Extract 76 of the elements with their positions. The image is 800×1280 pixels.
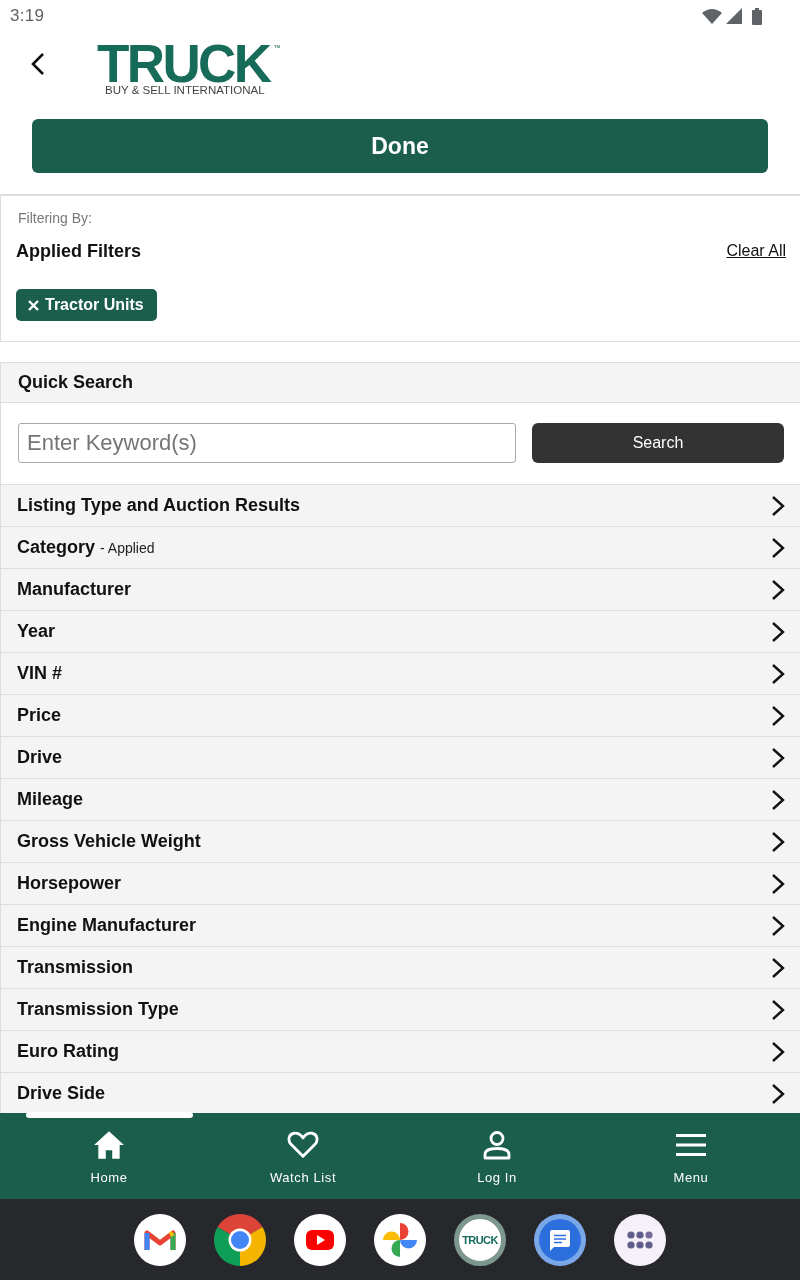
- logo-tagline: BUY & SELL INTERNATIONAL: [105, 84, 266, 97]
- section-label: Mileage: [17, 789, 84, 810]
- chevron-right-icon: [771, 494, 785, 517]
- chevron-right-icon: [771, 704, 785, 727]
- filter-section-row[interactable]: Gross Vehicle Weight: [0, 820, 800, 862]
- applied-filters-title: Applied Filters: [16, 240, 141, 263]
- chevron-right-icon: [771, 788, 785, 811]
- section-label: Euro Rating: [17, 1041, 119, 1062]
- filter-section-row[interactable]: Drive Side: [0, 1072, 800, 1113]
- filter-section-row[interactable]: Year: [0, 610, 800, 652]
- keyword-field[interactable]: Enter Keyword(s): [18, 423, 516, 463]
- truck-app-launcher[interactable]: TRUCK: [454, 1213, 506, 1266]
- filter-chip[interactable]: Tractor Units: [16, 289, 157, 321]
- status-time: 3:19: [10, 6, 45, 26]
- chevron-right-icon: [771, 662, 785, 685]
- section-label: Price: [17, 705, 62, 726]
- heart-icon: [287, 1130, 319, 1160]
- filter-section-row[interactable]: Drive: [0, 736, 800, 778]
- filter-section-row[interactable]: Transmission Type: [0, 988, 800, 1030]
- pinwheel-app-icon[interactable]: [374, 1213, 426, 1266]
- filter-section-row[interactable]: Price: [0, 694, 800, 736]
- chevron-right-icon: [771, 914, 785, 937]
- chevron-right-icon: [771, 1082, 785, 1105]
- chevron-right-icon: [771, 872, 785, 895]
- filter-section-row[interactable]: Transmission: [0, 946, 800, 988]
- filter-section-row[interactable]: Mileage: [0, 778, 800, 820]
- filter-section-row[interactable]: Listing Type and Auction Results: [0, 484, 800, 526]
- nav-tab[interactable]: Menu: [594, 1120, 788, 1199]
- section-label: Listing Type and Auction Results: [17, 495, 301, 516]
- clear-all-link[interactable]: Clear All: [726, 241, 786, 261]
- section-label: Category: [17, 537, 96, 558]
- nav-tab[interactable]: Log In: [400, 1120, 594, 1199]
- menu-icon: [675, 1134, 707, 1156]
- filter-section-row[interactable]: Horsepower: [0, 862, 800, 904]
- search-button[interactable]: Search: [532, 423, 784, 463]
- wifi-icon: [702, 8, 722, 24]
- person-icon: [481, 1130, 513, 1160]
- signal-icon: [726, 8, 742, 24]
- logo-wordmark: TRUCK: [97, 44, 270, 84]
- filter-section-row[interactable]: Euro Rating: [0, 1030, 800, 1072]
- chevron-right-icon: [771, 830, 785, 853]
- filter-section-row[interactable]: Manufacturer: [0, 568, 800, 610]
- mail-app-icon[interactable]: [134, 1213, 186, 1266]
- section-label: VIN #: [17, 663, 63, 684]
- chevron-right-icon: [771, 578, 785, 601]
- section-label: Drive: [17, 747, 63, 768]
- battery-icon: [752, 7, 762, 25]
- chevron-right-icon: [771, 1040, 785, 1063]
- done-button[interactable]: Done: [32, 119, 768, 173]
- section-label: Manufacturer: [17, 579, 132, 600]
- filter-section-row[interactable]: Category - Applied: [0, 526, 800, 568]
- section-label: Engine Manufacturer: [17, 915, 197, 936]
- chevron-right-icon: [771, 746, 785, 769]
- nav-tab[interactable]: Home: [12, 1120, 206, 1199]
- section-label: Transmission Type: [17, 999, 179, 1020]
- app-grid-icon[interactable]: [614, 1213, 666, 1266]
- section-label: Gross Vehicle Weight: [17, 831, 201, 852]
- filtering-by-caption: Filtering By:: [18, 209, 92, 228]
- section-label: Transmission: [17, 957, 134, 978]
- chevron-right-icon: [771, 998, 785, 1021]
- chevron-right-icon: [771, 536, 785, 559]
- play-app-icon[interactable]: [294, 1213, 346, 1266]
- home-icon: [93, 1130, 125, 1160]
- applied-note: - Applied: [100, 540, 155, 556]
- chevron-right-icon: [771, 956, 785, 979]
- filter-section-row[interactable]: VIN #: [0, 652, 800, 694]
- nav-tab[interactable]: Watch List: [206, 1120, 400, 1199]
- quick-search-title: Quick Search: [18, 372, 134, 393]
- section-label: Horsepower: [17, 873, 122, 894]
- browser-app-icon[interactable]: [214, 1213, 266, 1266]
- filter-section-row[interactable]: Engine Manufacturer: [0, 904, 800, 946]
- chevron-right-icon: [771, 620, 785, 643]
- close-icon: [28, 299, 39, 311]
- chat-bubble-app-icon[interactable]: [534, 1213, 586, 1266]
- section-label: Drive Side: [17, 1083, 106, 1104]
- section-label: Year: [17, 621, 56, 642]
